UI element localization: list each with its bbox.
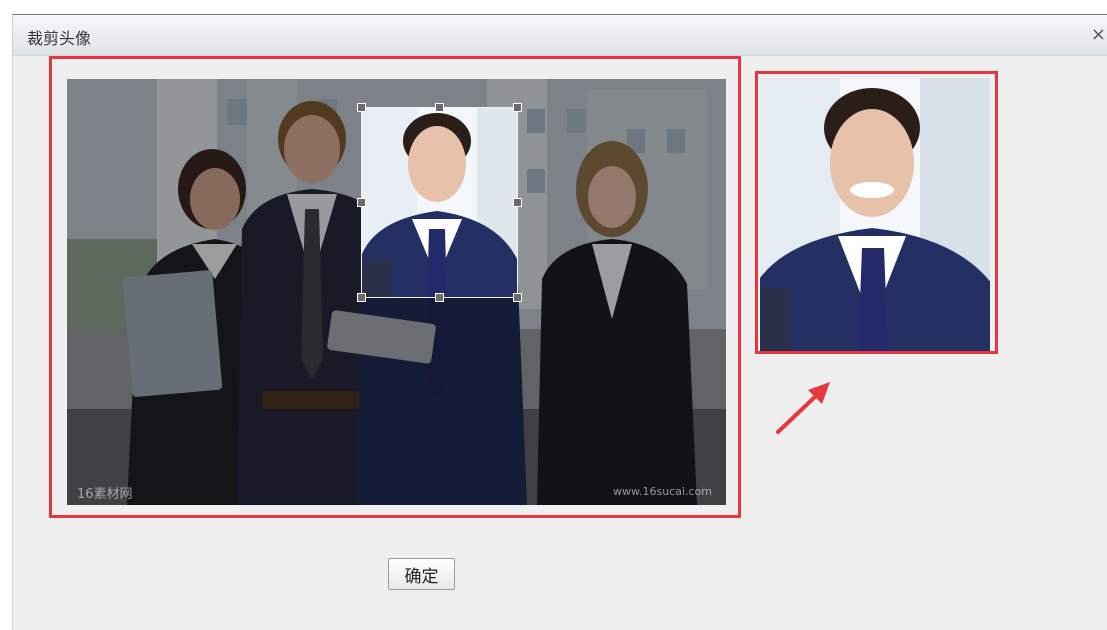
crop-selection-box[interactable] — [357, 103, 522, 302]
crop-handle-left[interactable] — [357, 198, 366, 207]
dialog-title: 裁剪头像 — [27, 29, 92, 48]
preview-highlight-frame — [755, 71, 998, 354]
confirm-button[interactable]: 确定 — [388, 558, 455, 590]
dialog-titlebar: 裁剪头像 × — [13, 15, 1107, 56]
close-icon[interactable]: × — [1091, 24, 1106, 45]
crop-handle-top-left[interactable] — [357, 103, 366, 112]
arrow-up-right-icon — [776, 382, 830, 434]
crop-handle-bottom-right[interactable] — [513, 293, 522, 302]
crop-handle-top-right[interactable] — [513, 103, 522, 112]
crop-handle-top[interactable] — [435, 103, 444, 112]
crop-handle-bottom-left[interactable] — [357, 293, 366, 302]
crop-handle-right[interactable] — [513, 198, 522, 207]
crop-handle-bottom[interactable] — [435, 293, 444, 302]
